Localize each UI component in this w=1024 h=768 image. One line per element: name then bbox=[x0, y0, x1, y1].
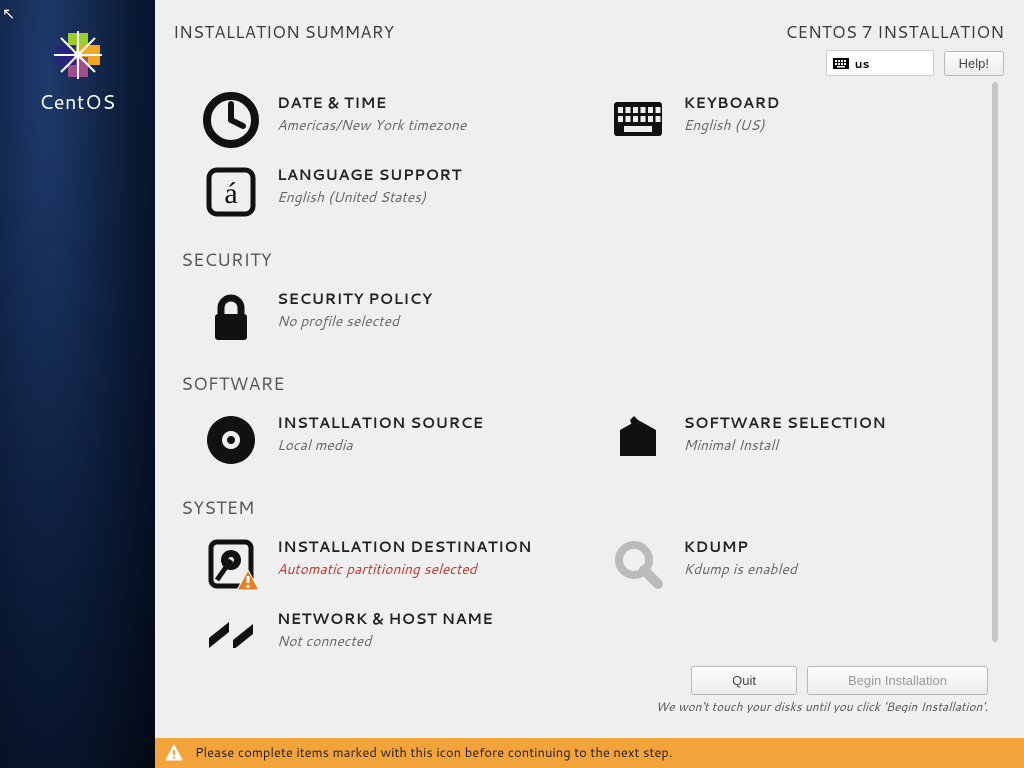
category-title: SYSTEM bbox=[181, 494, 986, 520]
spoke-status: English (US) bbox=[684, 115, 780, 135]
quit-button[interactable]: Quit bbox=[691, 666, 797, 695]
spoke-status: Americas/New York timezone bbox=[277, 115, 466, 135]
spoke-title: LANGUAGE SUPPORT bbox=[277, 164, 462, 185]
spoke-network[interactable]: NETWORK & HOST NAME Not connected bbox=[173, 600, 580, 648]
spoke-kdump[interactable]: KDUMPKdump is enabled bbox=[580, 528, 987, 600]
spoke-title: INSTALLATION SOURCE bbox=[277, 412, 484, 433]
keyboard-icon bbox=[610, 92, 666, 148]
clock-icon bbox=[203, 92, 259, 148]
spoke-title: DATE & TIME bbox=[277, 92, 466, 113]
begin-installation-button[interactable]: Begin Installation bbox=[807, 666, 988, 695]
brand-name: CentOS bbox=[39, 88, 116, 116]
spoke-destination[interactable]: INSTALLATION DESTINATIONAutomatic partit… bbox=[173, 528, 580, 600]
spoke-title: KDUMP bbox=[684, 536, 797, 557]
spoke-datetime[interactable]: DATE & TIMEAmericas/New York timezone bbox=[173, 84, 580, 156]
package-icon bbox=[610, 412, 666, 468]
spoke-status: Local media bbox=[277, 435, 484, 455]
spoke-title: KEYBOARD bbox=[684, 92, 780, 113]
centos-logo-icon bbox=[53, 30, 103, 80]
category-title: SECURITY bbox=[181, 246, 986, 272]
spoke-title: SECURITY POLICY bbox=[277, 288, 432, 309]
warning-bar[interactable]: Please complete items marked with this i… bbox=[155, 738, 1024, 768]
spoke-title: SOFTWARE SELECTION bbox=[684, 412, 887, 433]
spoke-status: Not connected bbox=[277, 631, 493, 648]
disk-hint: We won't touch your disks until you clic… bbox=[656, 698, 988, 713]
spoke-language[interactable]: á LANGUAGE SUPPORTEnglish (United States) bbox=[173, 156, 580, 228]
main-panel: INSTALLATION SUMMARY CENTOS 7 INSTALLATI… bbox=[155, 0, 1024, 768]
warning-text: Please complete items marked with this i… bbox=[195, 744, 672, 762]
spoke-title: INSTALLATION DESTINATION bbox=[277, 536, 532, 557]
spoke-source[interactable]: INSTALLATION SOURCELocal media bbox=[173, 404, 580, 476]
harddisk-icon bbox=[203, 536, 259, 592]
network-icon bbox=[203, 608, 259, 648]
language-icon: á bbox=[203, 164, 259, 220]
spoke-status: Kdump is enabled bbox=[684, 559, 797, 579]
keyboard-icon bbox=[833, 58, 849, 69]
spoke-keyboard[interactable]: KEYBOARDEnglish (US) bbox=[580, 84, 987, 156]
svg-text:á: á bbox=[224, 177, 237, 210]
spoke-status: No profile selected bbox=[277, 311, 432, 331]
keyboard-layout-text: us bbox=[855, 55, 870, 72]
spoke-status: English (United States) bbox=[277, 187, 462, 207]
spoke-title: NETWORK & HOST NAME bbox=[277, 608, 493, 629]
sidebar: CentOS bbox=[0, 0, 155, 768]
spoke-selection[interactable]: SOFTWARE SELECTIONMinimal Install bbox=[580, 404, 987, 476]
disc-icon bbox=[203, 412, 259, 468]
scrollbar[interactable] bbox=[992, 82, 998, 642]
magnifier-icon bbox=[610, 536, 666, 592]
spoke-policy[interactable]: SECURITY POLICYNo profile selected bbox=[173, 280, 580, 352]
scroll-area: DATE & TIMEAmericas/New York timezoneKEY… bbox=[173, 70, 1006, 648]
spoke-status: Minimal Install bbox=[684, 435, 887, 455]
lock-icon bbox=[203, 288, 259, 344]
content-area: DATE & TIMEAmericas/New York timezoneKEY… bbox=[173, 70, 1006, 713]
product-label: CENTOS 7 INSTALLATION bbox=[785, 20, 1004, 44]
category-title: SOFTWARE bbox=[181, 370, 986, 396]
warning-triangle-icon bbox=[165, 744, 183, 762]
spoke-status: Automatic partitioning selected bbox=[277, 559, 532, 579]
page-title: INSTALLATION SUMMARY bbox=[173, 20, 394, 76]
